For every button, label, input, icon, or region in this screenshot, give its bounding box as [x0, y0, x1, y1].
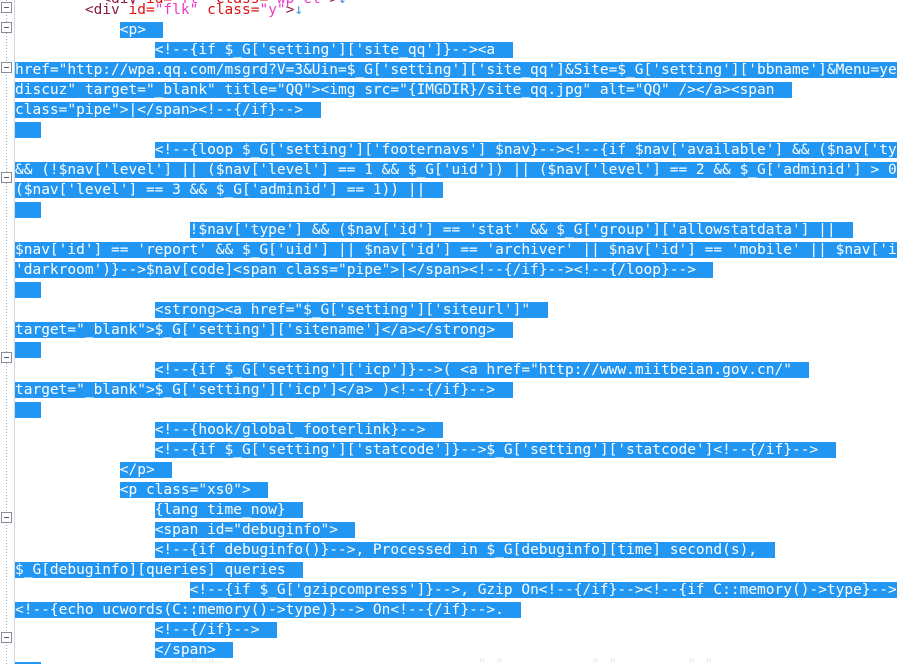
code-line-selected[interactable]: <span id="debuginfo">	[15, 520, 897, 540]
code-line-selected[interactable]: class="pipe">|</span><!--{/if}-->	[15, 100, 897, 120]
code-token: "y"	[259, 2, 286, 18]
selected-code-text[interactable]: ($nav['level'] == 3 && $_G['adminid'] ==…	[15, 182, 443, 198]
selected-code-text[interactable]: target="_blank">$_G['setting']['sitename…	[15, 322, 513, 338]
fold-collapse-icon[interactable]	[1, 22, 12, 33]
code-line-selected[interactable]: <!--{hook/global_footerlink}-->	[15, 420, 897, 440]
code-line-selected[interactable]: <!--{if $_G['setting']['site_qq']}--><a	[15, 40, 897, 60]
code-line-selected[interactable]: <!--{if $_G['gzipcompress']}-->, Gzip On…	[15, 580, 897, 600]
code-line-selected[interactable]: {lang time_now}	[15, 500, 897, 520]
selection-gap[interactable]	[15, 282, 42, 298]
selected-code-text[interactable]: <!--{/if}-->	[154, 622, 277, 638]
code-token: "flk"	[154, 2, 199, 18]
selection-gap[interactable]	[15, 402, 42, 418]
fold-margin[interactable]	[0, 0, 14, 664]
code-token: class=	[198, 2, 260, 18]
selected-code-text[interactable]: && (!$nav['level'] || ($nav['level'] == …	[15, 162, 897, 178]
code-line-selected[interactable]: 'darkroom')}-->$nav[code]<span class="pi…	[15, 260, 897, 280]
code-line-selected[interactable]: href="http://wpa.qq.com/msgrd?V=3&Uin=$_…	[15, 60, 897, 80]
selected-code-text[interactable]: <strong><a href="$_G['setting']['siteurl…	[154, 302, 548, 318]
code-line-selected[interactable]: ($nav['level'] == 3 && $_G['adminid'] ==…	[15, 180, 897, 200]
selected-code-text[interactable]: <p class="xs0">	[119, 482, 269, 498]
code-content-area[interactable]: <div id="flk" class="y">↓ <p> <!--{if $_…	[15, 0, 897, 664]
code-line-selected[interactable]: <p>	[15, 20, 897, 40]
code-line-selected[interactable]: target="_blank">$_G['setting']['icp']</a…	[15, 380, 897, 400]
selection-gap[interactable]	[15, 342, 42, 358]
selected-code-text[interactable]: discuz" target="_blank" title="QQ"><img …	[15, 82, 792, 98]
code-line-selected[interactable]: <strong><a href="$_G['setting']['siteurl…	[15, 300, 897, 320]
code-line-selected[interactable]: !$nav['type'] && ($nav['id'] == 'stat' &…	[15, 220, 897, 240]
code-token: ↓	[294, 2, 304, 18]
selected-code-text[interactable]: {lang time_now}	[154, 502, 304, 518]
code-line[interactable]: <div id="flk" class="y">↓	[15, 0, 897, 20]
code-line-selected[interactable]: && (!$nav['level'] || ($nav['level'] == …	[15, 160, 897, 180]
selected-code-text[interactable]: <!--{hook/global_footerlink}-->	[154, 422, 443, 438]
selected-code-text[interactable]: target="_blank">$_G['setting']['icp']</a…	[15, 382, 513, 398]
selected-code-text[interactable]: <!--{if $_G['setting']['statcode']}-->$_…	[154, 442, 836, 458]
clipped-bottom-line: " " " " " " " "	[15, 655, 714, 664]
code-line-selected[interactable]: <!--{/if}-->	[15, 620, 897, 640]
code-line[interactable]	[15, 120, 897, 140]
selected-code-text[interactable]: !$nav['type'] && ($nav['id'] == 'stat' &…	[189, 222, 854, 238]
selected-code-text[interactable]: <!--{loop $_G['setting']['footernavs'] $…	[154, 142, 897, 158]
code-token: <div	[84, 2, 129, 18]
fold-collapse-icon[interactable]	[1, 512, 12, 523]
code-line[interactable]	[15, 280, 897, 300]
selected-code-text[interactable]: 'darkroom')}-->$nav[code]<span class="pi…	[15, 262, 714, 278]
selected-code-text[interactable]: <!--{if $_G['setting']['icp']}-->( <a hr…	[154, 362, 810, 378]
code-line-selected[interactable]: <!--{if $_G['setting']['icp']}-->( <a hr…	[15, 360, 897, 380]
selected-code-text[interactable]: href="http://wpa.qq.com/msgrd?V=3&Uin=$_…	[15, 62, 897, 78]
selected-code-text[interactable]: $nav['id'] == 'report' && $_G['uid'] || …	[15, 242, 897, 258]
code-line[interactable]	[15, 340, 897, 360]
selected-code-text[interactable]: <p>	[119, 22, 164, 38]
code-line-selected[interactable]: </p>	[15, 460, 897, 480]
code-line-selected[interactable]: <!--{echo ucwords(C::memory()->type)}-->…	[15, 600, 897, 620]
code-line-selected[interactable]: target="_blank">$_G['setting']['sitename…	[15, 320, 897, 340]
code-line[interactable]	[15, 400, 897, 420]
fold-collapse-icon[interactable]	[1, 172, 12, 183]
gutter-divider	[14, 0, 15, 664]
selected-code-text[interactable]: </p>	[119, 462, 173, 478]
selected-code-text[interactable]: <span id="debuginfo">	[154, 522, 356, 538]
selection-gap[interactable]	[15, 202, 42, 218]
code-token: id=	[128, 2, 155, 18]
code-line[interactable]	[15, 200, 897, 220]
selected-code-text[interactable]: class="pipe">|</span><!--{/if}-->	[15, 102, 321, 118]
code-line-selected[interactable]: <p class="xs0">	[15, 480, 897, 500]
fold-collapse-icon[interactable]	[1, 62, 12, 73]
code-line-selected[interactable]: $_G[debuginfo][queries] queries	[15, 560, 897, 580]
fold-collapse-icon[interactable]	[1, 352, 12, 363]
code-editor[interactable]: <div id="ft" class="wp cl">↓ <div id="fl…	[0, 0, 897, 664]
selected-code-text[interactable]: <!--{echo ucwords(C::memory()->type)}-->…	[15, 602, 522, 618]
code-line-selected[interactable]: discuz" target="_blank" title="QQ"><img …	[15, 80, 897, 100]
selected-code-text[interactable]: <!--{if debuginfo()}-->, Processed in $_…	[154, 542, 775, 558]
selection-gap[interactable]	[15, 122, 42, 138]
code-line-selected[interactable]: $nav['id'] == 'report' && $_G['uid'] || …	[15, 240, 897, 260]
fold-guide-line	[6, 0, 7, 664]
code-line-selected[interactable]: <!--{if debuginfo()}-->, Processed in $_…	[15, 540, 897, 560]
clipped-glyph-tops: " " " " " " " "	[15, 657, 714, 664]
fold-collapse-icon[interactable]	[1, 632, 12, 643]
fold-collapse-icon[interactable]	[1, 2, 12, 13]
selected-code-text[interactable]: $_G[debuginfo][queries] queries	[15, 562, 304, 578]
code-line-selected[interactable]: <!--{if $_G['setting']['statcode']}-->$_…	[15, 440, 897, 460]
selected-code-text[interactable]: <!--{if $_G['gzipcompress']}-->, Gzip On…	[189, 582, 897, 598]
selected-code-text[interactable]: <!--{if $_G['setting']['site_qq']}--><a	[154, 42, 513, 58]
code-line-selected[interactable]: <!--{loop $_G['setting']['footernavs'] $…	[15, 140, 897, 160]
